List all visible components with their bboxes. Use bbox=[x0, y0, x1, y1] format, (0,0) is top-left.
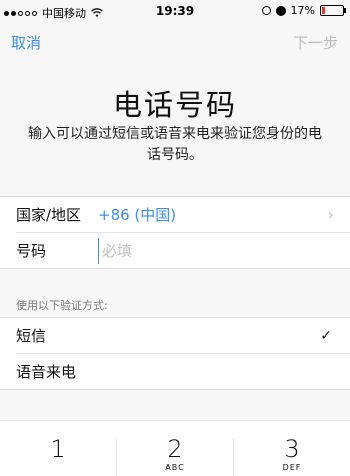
status-right: 17% bbox=[261, 4, 346, 17]
numeric-keypad: 1 2 ABC 3 DEF bbox=[0, 420, 350, 476]
key-letters: DEF bbox=[282, 463, 302, 472]
battery-fill bbox=[322, 7, 325, 14]
verify-option-label: 语音来电 bbox=[16, 363, 77, 381]
checkmark-icon: ✓ bbox=[320, 327, 332, 344]
verify-option-label: 短信 bbox=[16, 327, 47, 345]
key-number: 3 bbox=[284, 435, 300, 463]
key-letters: ABC bbox=[165, 463, 185, 472]
page-subtitle: 输入可以通过短信或语音来电来验证您身份的电话号码。 bbox=[28, 126, 322, 163]
navigation-bar: 取消 下一步 bbox=[0, 26, 350, 56]
country-row[interactable]: 国家/地区 +86 (中国) › bbox=[0, 197, 350, 232]
key-3[interactable]: 3 DEF bbox=[234, 421, 350, 476]
verify-section-header: 使用以下验证方式: bbox=[16, 299, 108, 312]
next-button[interactable]: 下一步 bbox=[293, 32, 338, 53]
orientation-lock-icon bbox=[261, 6, 271, 15]
alarm-icon bbox=[275, 5, 286, 16]
key-1[interactable]: 1 bbox=[0, 421, 116, 476]
verify-option-voice[interactable]: 语音来电 bbox=[16, 353, 350, 389]
phone-form: 国家/地区 +86 (中国) › 号码 bbox=[0, 196, 350, 269]
status-bar: 中国移动 19:39 17% bbox=[0, 0, 350, 22]
country-label: 国家/地区 bbox=[16, 206, 82, 224]
key-number: 1 bbox=[50, 435, 66, 463]
verify-option-sms[interactable]: 短信 ✓ bbox=[0, 318, 350, 353]
key-number: 2 bbox=[167, 435, 183, 463]
page-title: 电话号码 bbox=[112, 88, 237, 122]
number-row[interactable]: 号码 bbox=[16, 232, 350, 268]
number-label: 号码 bbox=[16, 242, 47, 260]
chevron-right-icon: › bbox=[327, 205, 334, 224]
key-2[interactable]: 2 ABC bbox=[117, 421, 233, 476]
verify-methods: 短信 ✓ 语音来电 bbox=[0, 317, 350, 390]
cancel-button[interactable]: 取消 bbox=[11, 32, 41, 53]
phone-number-input[interactable] bbox=[98, 237, 322, 264]
country-value[interactable]: +86 (中国) bbox=[98, 204, 176, 225]
battery-icon bbox=[320, 5, 346, 16]
battery-percent: 17% bbox=[290, 4, 315, 17]
